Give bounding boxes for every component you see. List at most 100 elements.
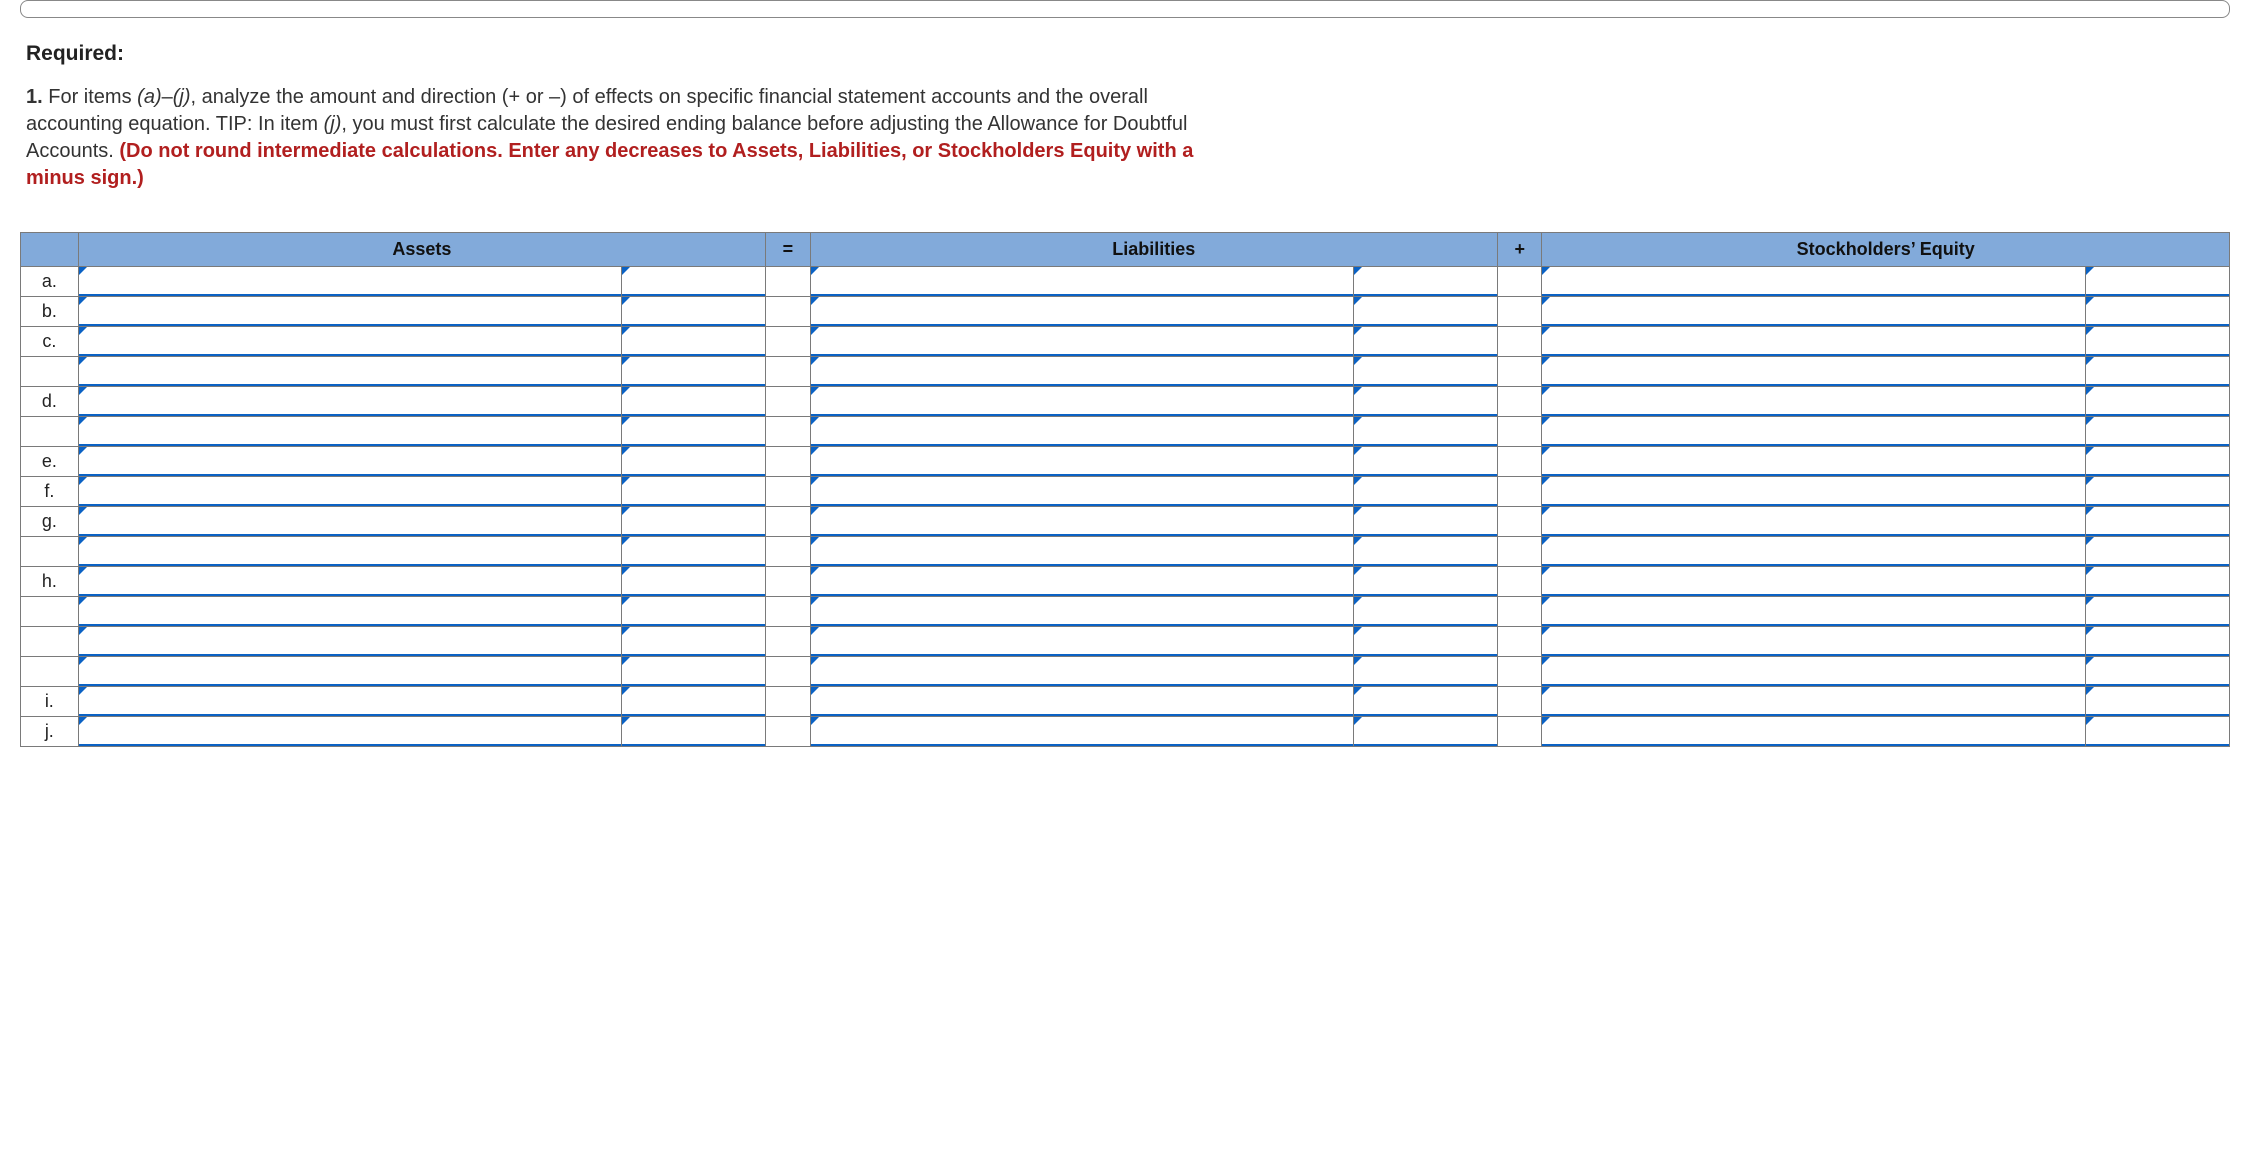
equity-account-input[interactable]	[1542, 717, 2084, 745]
assets-account-input[interactable]	[79, 417, 621, 445]
equity-amount-input[interactable]	[2086, 507, 2229, 535]
assets-amount-cell[interactable]	[622, 327, 765, 356]
assets-amount-cell[interactable]	[622, 717, 765, 746]
assets-amount-input[interactable]	[622, 477, 765, 505]
assets-account-cell[interactable]	[79, 447, 621, 476]
equity-amount-cell[interactable]	[2086, 597, 2229, 626]
equity-account-input[interactable]	[1542, 327, 2084, 355]
liabilities-amount-input[interactable]	[1354, 567, 1497, 595]
assets-amount-input[interactable]	[622, 357, 765, 385]
liabilities-amount-cell[interactable]	[1354, 537, 1497, 566]
assets-account-cell[interactable]	[79, 687, 621, 716]
liabilities-account-input[interactable]	[811, 627, 1353, 655]
assets-amount-cell[interactable]	[622, 297, 765, 326]
liabilities-amount-cell[interactable]	[1354, 447, 1497, 476]
liabilities-account-input[interactable]	[811, 327, 1353, 355]
assets-amount-input[interactable]	[622, 687, 765, 715]
equity-amount-input[interactable]	[2086, 477, 2229, 505]
assets-amount-cell[interactable]	[622, 417, 765, 446]
liabilities-amount-input[interactable]	[1354, 717, 1497, 745]
assets-amount-input[interactable]	[622, 657, 765, 685]
assets-account-input[interactable]	[79, 357, 621, 385]
equity-amount-cell[interactable]	[2086, 357, 2229, 386]
liabilities-amount-cell[interactable]	[1354, 657, 1497, 686]
liabilities-amount-input[interactable]	[1354, 597, 1497, 625]
assets-amount-cell[interactable]	[622, 357, 765, 386]
assets-account-cell[interactable]	[79, 267, 621, 296]
equity-account-cell[interactable]	[1542, 717, 2084, 746]
assets-amount-cell[interactable]	[622, 627, 765, 656]
equity-account-input[interactable]	[1542, 597, 2084, 625]
liabilities-account-cell[interactable]	[811, 327, 1353, 356]
liabilities-account-cell[interactable]	[811, 477, 1353, 506]
equity-amount-input[interactable]	[2086, 567, 2229, 595]
assets-amount-cell[interactable]	[622, 657, 765, 686]
liabilities-account-cell[interactable]	[811, 417, 1353, 446]
equity-account-cell[interactable]	[1542, 657, 2084, 686]
liabilities-account-input[interactable]	[811, 267, 1353, 295]
equity-amount-input[interactable]	[2086, 267, 2229, 295]
assets-account-cell[interactable]	[79, 597, 621, 626]
equity-account-cell[interactable]	[1542, 567, 2084, 596]
equity-account-input[interactable]	[1542, 507, 2084, 535]
equity-account-input[interactable]	[1542, 447, 2084, 475]
liabilities-account-input[interactable]	[811, 507, 1353, 535]
assets-account-cell[interactable]	[79, 657, 621, 686]
equity-amount-cell[interactable]	[2086, 387, 2229, 416]
liabilities-account-cell[interactable]	[811, 717, 1353, 746]
liabilities-amount-input[interactable]	[1354, 327, 1497, 355]
liabilities-account-input[interactable]	[811, 417, 1353, 445]
liabilities-amount-cell[interactable]	[1354, 267, 1497, 296]
assets-account-cell[interactable]	[79, 357, 621, 386]
assets-account-cell[interactable]	[79, 417, 621, 446]
liabilities-amount-input[interactable]	[1354, 417, 1497, 445]
liabilities-amount-input[interactable]	[1354, 657, 1497, 685]
liabilities-account-input[interactable]	[811, 537, 1353, 565]
liabilities-amount-cell[interactable]	[1354, 627, 1497, 656]
liabilities-account-input[interactable]	[811, 597, 1353, 625]
liabilities-account-input[interactable]	[811, 567, 1353, 595]
liabilities-account-cell[interactable]	[811, 297, 1353, 326]
equity-account-cell[interactable]	[1542, 447, 2084, 476]
equity-account-input[interactable]	[1542, 537, 2084, 565]
liabilities-amount-cell[interactable]	[1354, 687, 1497, 716]
liabilities-account-cell[interactable]	[811, 597, 1353, 626]
liabilities-account-input[interactable]	[811, 687, 1353, 715]
equity-account-input[interactable]	[1542, 567, 2084, 595]
assets-amount-cell[interactable]	[622, 597, 765, 626]
liabilities-account-cell[interactable]	[811, 387, 1353, 416]
assets-account-input[interactable]	[79, 507, 621, 535]
liabilities-amount-cell[interactable]	[1354, 297, 1497, 326]
liabilities-amount-cell[interactable]	[1354, 597, 1497, 626]
equity-amount-cell[interactable]	[2086, 507, 2229, 536]
equity-amount-input[interactable]	[2086, 687, 2229, 715]
equity-account-cell[interactable]	[1542, 357, 2084, 386]
assets-amount-input[interactable]	[622, 387, 765, 415]
equity-account-input[interactable]	[1542, 417, 2084, 445]
assets-amount-cell[interactable]	[622, 387, 765, 416]
equity-account-input[interactable]	[1542, 267, 2084, 295]
liabilities-amount-input[interactable]	[1354, 477, 1497, 505]
liabilities-amount-cell[interactable]	[1354, 387, 1497, 416]
equity-account-cell[interactable]	[1542, 387, 2084, 416]
equity-amount-input[interactable]	[2086, 297, 2229, 325]
equity-amount-input[interactable]	[2086, 387, 2229, 415]
liabilities-amount-cell[interactable]	[1354, 477, 1497, 506]
liabilities-amount-input[interactable]	[1354, 357, 1497, 385]
equity-amount-cell[interactable]	[2086, 717, 2229, 746]
equity-account-cell[interactable]	[1542, 417, 2084, 446]
equity-amount-cell[interactable]	[2086, 447, 2229, 476]
liabilities-amount-input[interactable]	[1354, 507, 1497, 535]
liabilities-account-cell[interactable]	[811, 267, 1353, 296]
liabilities-amount-cell[interactable]	[1354, 327, 1497, 356]
assets-amount-input[interactable]	[622, 597, 765, 625]
liabilities-account-cell[interactable]	[811, 567, 1353, 596]
assets-account-input[interactable]	[79, 477, 621, 505]
liabilities-account-input[interactable]	[811, 297, 1353, 325]
equity-account-cell[interactable]	[1542, 597, 2084, 626]
equity-account-input[interactable]	[1542, 687, 2084, 715]
assets-account-input[interactable]	[79, 597, 621, 625]
assets-amount-cell[interactable]	[622, 567, 765, 596]
liabilities-account-input[interactable]	[811, 447, 1353, 475]
equity-account-cell[interactable]	[1542, 537, 2084, 566]
